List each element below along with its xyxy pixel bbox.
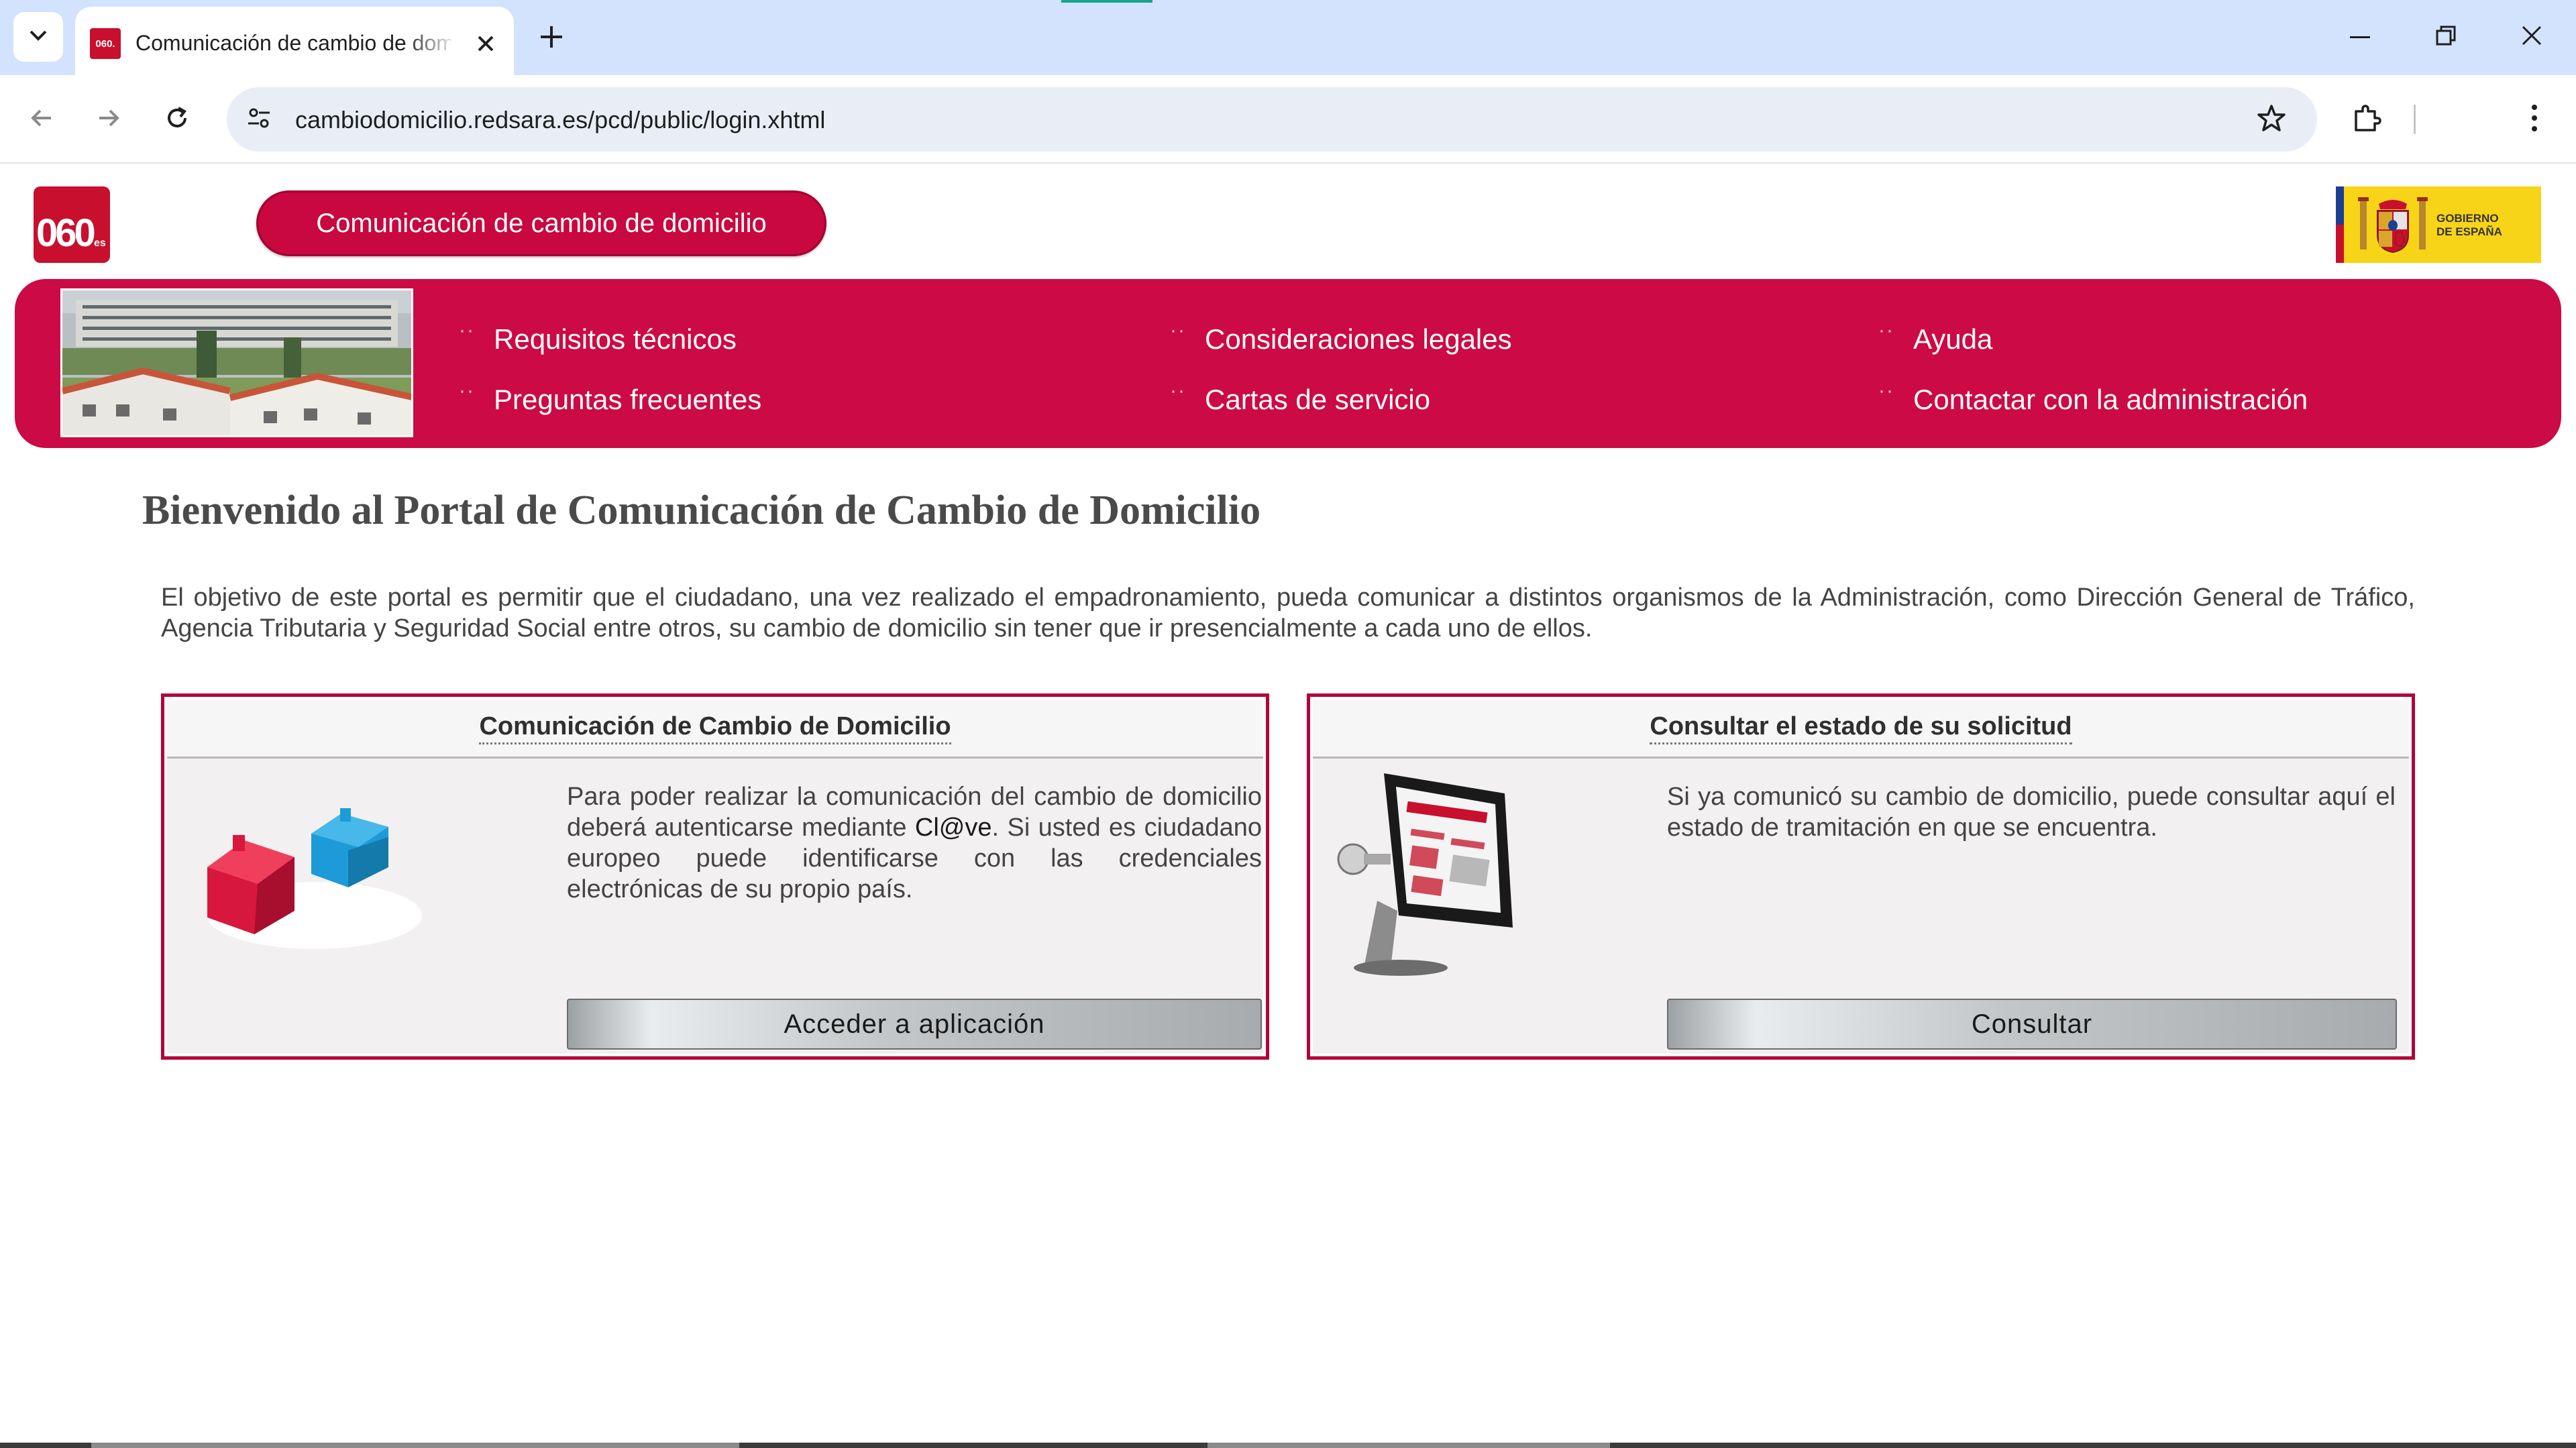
forward-icon [95,105,122,135]
new-tab-button[interactable] [530,16,573,59]
close-icon [476,30,495,60]
gov-logo-line2: DE ESPAÑA [2436,225,2502,238]
browser-tabstrip: 060. Comunicación de cambio de domicilio [0,0,2576,75]
active-tab[interactable]: 060. Comunicación de cambio de domicilio [75,7,514,75]
gov-logo-line1: GOBIERNO [2436,212,2499,225]
tab-favicon-icon: 060. [90,28,121,59]
card-change-address-title: Comunicación de Cambio de Domicilio [479,712,951,744]
tab-search-button[interactable] [13,12,63,62]
access-application-button[interactable]: Acceder a aplicación [567,999,1262,1050]
taskbar-edge [0,1443,2576,1448]
buildings-photo [60,288,413,437]
restore-icon [2435,25,2457,50]
forward-button[interactable] [83,94,134,145]
kiosk-terminal-icon [1337,767,1518,981]
intro-paragraph: El objetivo de este portal es permitir q… [161,583,2415,643]
nav-link-preguntas[interactable]: ·· Preguntas frecuentes [459,380,761,416]
card-check-status: Consultar el estado de su solicitud Si y… [1307,693,2415,1060]
welcome-heading: Bienvenido al Portal de Comunicación de … [142,488,1261,533]
gobierno-de-espana-logo[interactable]: GOBIERNO DE ESPAÑA [2336,186,2541,263]
nav-link-cartas[interactable]: ·· Cartas de servicio [1170,380,1430,416]
card-check-status-text: Si ya comunicó su cambio de domicilio, p… [1667,783,2396,842]
bookmark-button[interactable] [2251,99,2292,140]
nav-link-consideraciones[interactable]: ·· Consideraciones legales [1170,319,1512,355]
menu-dots-icon [2530,103,2538,136]
address-bar[interactable]: cambiodomicilio.redsara.es/pcd/public/lo… [227,87,2317,152]
tab-close-button[interactable] [467,25,504,63]
site-info-icon [246,105,272,135]
nav-link-contactar[interactable]: ·· Contactar con la administración [1878,380,2308,416]
window-close-icon [2521,25,2542,50]
main-navigation: ·· Requisitos técnicos ·· Consideracione… [15,279,2561,448]
site-title-pill: Comunicación de cambio de domicilio [256,190,826,256]
web-page: 060 es Comunicación de cambio de domicil… [0,165,2576,1448]
loading-indicator [1061,0,1152,3]
nav-link-requisitos[interactable]: ·· Requisitos técnicos [459,319,737,355]
logo-060-text: 060 [36,211,96,255]
clave-link[interactable]: Cl@ve [915,814,992,842]
browser-menu-button[interactable] [2509,94,2560,145]
card-change-address-text: Para poder realizar la comunicación del … [567,783,1262,903]
reload-button[interactable] [152,94,203,145]
toolbar-divider [2414,105,2416,134]
window-close-button[interactable] [2505,13,2559,60]
back-button[interactable] [16,94,67,145]
site-info-button[interactable] [240,101,278,138]
minimize-button[interactable] [2333,13,2387,60]
consult-button[interactable]: Consultar [1667,999,2397,1050]
tab-search-icon [28,29,48,46]
logo-060-suffix: es [94,237,106,249]
restore-button[interactable] [2419,13,2473,60]
bookmark-star-icon [2257,103,2286,136]
url-text[interactable]: cambiodomicilio.redsara.es/pcd/public/lo… [295,106,825,134]
coat-of-arms-icon [2356,193,2430,256]
browser-toolbar: cambiodomicilio.redsara.es/pcd/public/lo… [0,75,2576,164]
back-icon [28,105,55,135]
extensions-icon [2352,103,2381,136]
card-check-status-title: Consultar el estado de su solicitud [1650,712,2072,744]
nav-link-ayuda[interactable]: ·· Ayuda [1878,319,1992,355]
card-change-address: Comunicación de Cambio de Domicilio Para… [161,693,1269,1060]
extensions-button[interactable] [2341,94,2392,145]
logo-060[interactable]: 060 es [34,186,110,263]
reload-icon [164,105,191,135]
new-tab-icon [539,17,564,58]
minimize-icon [2350,31,2370,43]
houses-icon [187,773,455,968]
